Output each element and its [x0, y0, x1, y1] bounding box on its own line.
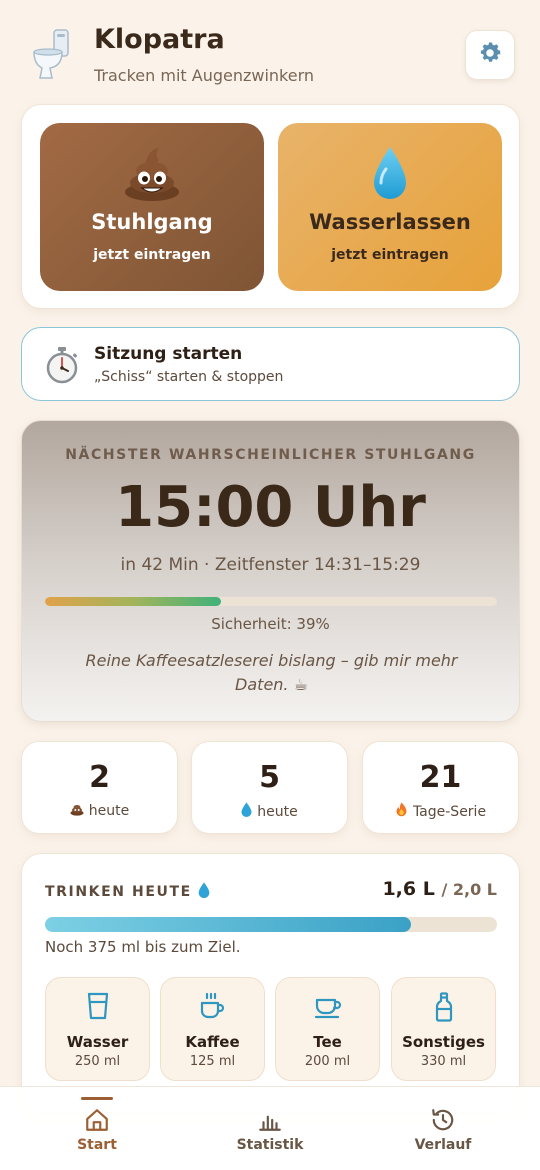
nav-label: Start [77, 1137, 117, 1153]
bottle-icon [392, 992, 495, 1022]
home-icon [22, 1107, 172, 1133]
nav-tab-verlauf[interactable]: Verlauf [368, 1087, 518, 1170]
drink-button-wasser[interactable]: Wasser 250 ml [45, 977, 150, 1081]
quick-entry-card: Stuhlgang jetzt eintragen Wasserlassen j [21, 104, 520, 309]
toilet-icon [32, 28, 72, 80]
stuhlgang-label: Stuhlgang [91, 210, 213, 234]
drink-ml: 250 ml [74, 1054, 121, 1069]
drink-name: Tee [313, 1033, 342, 1051]
stat-value: 21 [419, 760, 462, 795]
prediction-time: 15:00 Uhr [115, 475, 426, 540]
coffee-cup-icon [161, 992, 264, 1022]
confidence-text: Sicherheit: 39% [211, 615, 330, 633]
droplet-icon [278, 145, 502, 205]
drink-title: TRINKEN HEUTE [45, 884, 192, 900]
header: Klopatra Tracken mit Augenzwinkern [0, 0, 540, 100]
stat-label: heute [257, 803, 298, 820]
drink-ml: 200 ml [304, 1054, 351, 1069]
app-screen: Klopatra Tracken mit Augenzwinkern Stuhl… [0, 0, 540, 1170]
drink-today-card: TRINKEN HEUTE 1,6 L / 2,0 L Noch 375 ml … [21, 853, 520, 1113]
stat-value: 2 [89, 760, 110, 795]
stat-label-row: heute [22, 802, 177, 820]
confidence-bar-fill [45, 597, 222, 606]
stuhlgang-button[interactable]: Stuhlgang jetzt eintragen [40, 123, 264, 291]
fire-icon [395, 802, 408, 821]
gear-icon [477, 40, 503, 70]
drink-button-kaffee[interactable]: Kaffee 125 ml [160, 977, 265, 1081]
start-session-button[interactable]: Sitzung starten „Schiss“ starten & stopp… [21, 327, 520, 401]
tea-cup-icon [276, 992, 379, 1022]
droplet-icon [198, 882, 210, 902]
confidence-bar [45, 597, 497, 606]
prediction-card: NÄCHSTER WAHRSCHEINLICHER STUHLGANG 15:0… [21, 420, 520, 722]
nav-label: Verlauf [414, 1137, 472, 1153]
bottom-navigation: Start Statistik Verlauf [0, 1086, 540, 1170]
active-tab-indicator [81, 1097, 113, 1100]
drink-button-sonstiges[interactable]: Sonstiges 330 ml [391, 977, 496, 1081]
app-title: Klopatra [94, 24, 225, 55]
stat-label: Tage-Serie [412, 803, 487, 820]
wasserlassen-sub: jetzt eintragen [331, 247, 449, 263]
session-subtitle: „Schiss“ starten & stoppen [94, 369, 284, 385]
app-subtitle: Tracken mit Augenzwinkern [94, 66, 315, 85]
drink-ml: 330 ml [420, 1054, 467, 1069]
nav-label: Statistik [236, 1137, 304, 1153]
stat-streak: 21 Tage-Serie [362, 741, 519, 834]
wasserlassen-button[interactable]: Wasserlassen jetzt eintragen [278, 123, 502, 291]
drink-progress-bar [45, 917, 497, 932]
stat-poo-today: 2 heute [21, 741, 178, 834]
prediction-label: NÄCHSTER WAHRSCHEINLICHER STUHLGANG [65, 447, 476, 463]
drink-name: Wasser [66, 1033, 129, 1051]
stuhlgang-sub: jetzt eintragen [93, 247, 211, 263]
prediction-note: Reine Kaffeesatzleserei bislang – gib mi… [85, 651, 458, 694]
poo-emoji-icon [70, 802, 84, 820]
stat-value: 5 [259, 760, 280, 795]
drink-goal: / 2,0 L [441, 880, 497, 899]
drink-amount: 1,6 L [382, 878, 435, 900]
drink-remaining: Noch 375 ml bis zum Ziel. [45, 938, 241, 956]
stat-water-today: 5 heute [191, 741, 348, 834]
drink-amount-row: 1,6 L / 2,0 L [382, 878, 497, 900]
drink-button-tee[interactable]: Tee 200 ml [275, 977, 380, 1081]
stopwatch-icon [44, 346, 80, 384]
poo-emoji-icon [40, 145, 264, 205]
nav-tab-statistik[interactable]: Statistik [195, 1087, 345, 1170]
glass-icon [46, 992, 149, 1022]
drink-ml: 125 ml [189, 1054, 236, 1069]
droplet-icon [241, 802, 252, 821]
drink-name: Sonstiges [402, 1033, 485, 1051]
drink-title-row: TRINKEN HEUTE [45, 882, 210, 902]
settings-button[interactable] [465, 30, 515, 80]
stat-label: heute [88, 803, 130, 819]
drink-progress-fill [45, 917, 412, 932]
history-icon [368, 1107, 518, 1133]
prediction-window: in 42 Min · Zeitfenster 14:31–15:29 [120, 555, 421, 575]
session-title: Sitzung starten [94, 344, 243, 364]
bar-chart-icon [195, 1107, 345, 1133]
nav-tab-start[interactable]: Start [22, 1087, 172, 1170]
wasserlassen-label: Wasserlassen [309, 210, 471, 234]
stat-label-row: Tage-Serie [363, 802, 518, 821]
stat-label-row: heute [192, 802, 347, 821]
drink-name: Kaffee [185, 1033, 240, 1051]
